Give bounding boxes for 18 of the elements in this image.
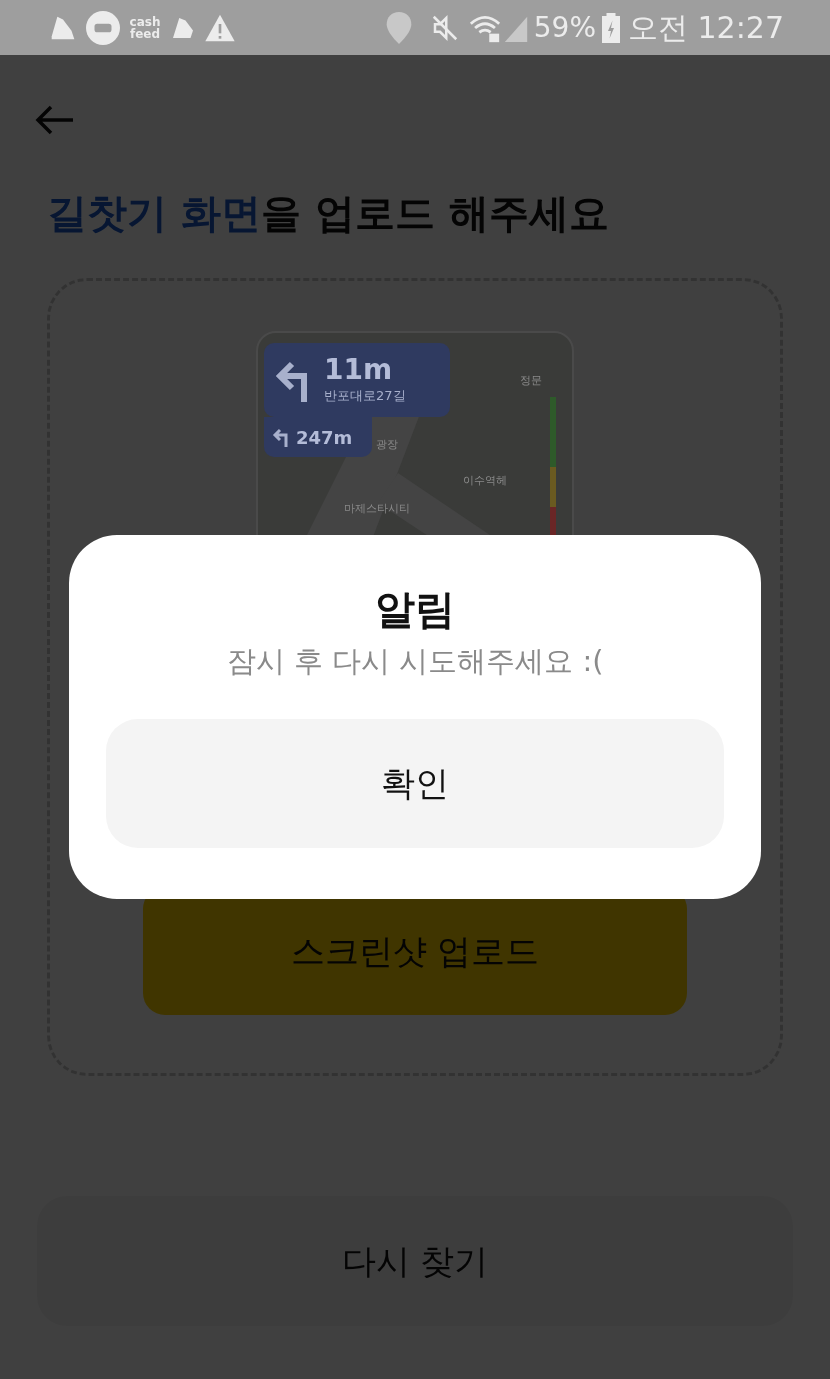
battery-percent: 59%: [533, 9, 596, 46]
street-name: 반포대로27길: [324, 387, 406, 406]
turn-left-icon: [272, 427, 290, 447]
battery-icon: [602, 12, 620, 43]
turn-distance: 11m: [324, 354, 394, 387]
clock: 오전 12:27: [628, 9, 784, 47]
map-label: 이수역헤: [463, 473, 507, 489]
heading-text: 을 업로드 해주세요: [260, 189, 609, 238]
map-label: 광장: [376, 437, 398, 453]
heading-highlight: 길찻기 화면: [47, 189, 261, 238]
confirm-button[interactable]: 확인: [106, 719, 724, 848]
map-label: 마제스타시티: [344, 501, 410, 517]
next-turn-distance: 247m: [296, 425, 353, 450]
map-label: 정문: [520, 373, 542, 389]
dialog-title: 알림: [375, 585, 455, 634]
location-icon: [385, 11, 412, 44]
dialog-message: 잠시 후 다시 시도해주세요 :(: [226, 643, 604, 680]
app-label: cash feed: [128, 15, 162, 40]
